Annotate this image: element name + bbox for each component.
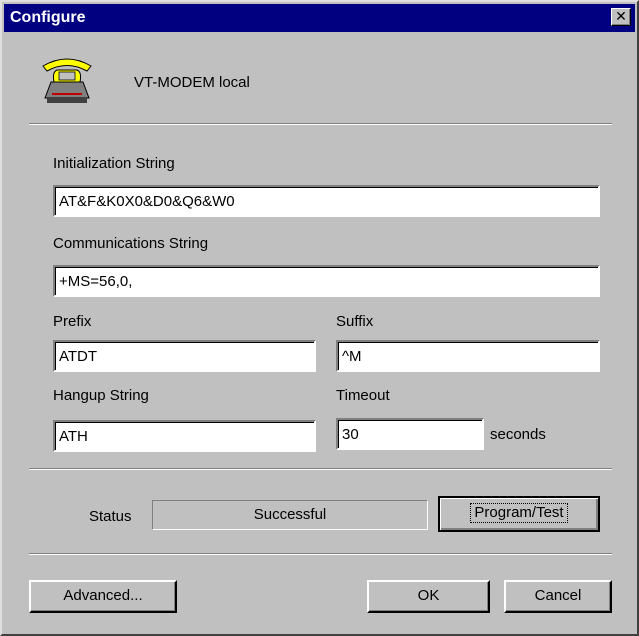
divider-middle	[29, 468, 612, 470]
timeout-label: Timeout	[336, 387, 390, 404]
init-string-field[interactable]: AT&F&K0X0&D0&Q6&W0	[53, 185, 600, 217]
close-icon: ✕	[615, 8, 627, 24]
prefix-label: Prefix	[53, 313, 92, 330]
configure-dialog: Configure ✕ VT-MODEM local Initializatio…	[0, 0, 639, 636]
ok-button[interactable]: OK	[367, 580, 490, 613]
advanced-button[interactable]: Advanced...	[29, 580, 177, 613]
telephone-icon	[37, 52, 97, 108]
device-name: VT-MODEM local	[134, 74, 250, 91]
status-label: Status	[89, 508, 132, 525]
init-string-label: Initialization String	[53, 155, 175, 172]
close-button[interactable]: ✕	[611, 8, 631, 26]
title-bar[interactable]: Configure ✕	[4, 4, 635, 32]
prefix-field[interactable]: ATDT	[53, 340, 316, 372]
program-test-button[interactable]: Program/Test	[438, 496, 600, 532]
cancel-button[interactable]: Cancel	[504, 580, 612, 613]
timeout-field[interactable]: 30	[336, 418, 484, 450]
program-test-label: Program/Test	[470, 503, 568, 523]
hangup-field[interactable]: ATH	[53, 420, 316, 452]
comm-string-label: Communications String	[53, 235, 209, 252]
suffix-field[interactable]: ^M	[336, 340, 600, 372]
divider-top	[29, 123, 612, 125]
suffix-label: Suffix	[336, 313, 374, 330]
timeout-unit: seconds	[490, 426, 546, 443]
window-title: Configure	[10, 9, 86, 26]
hangup-label: Hangup String	[53, 387, 149, 404]
divider-bottom	[29, 553, 612, 555]
status-value: Successful	[152, 500, 428, 530]
comm-string-field[interactable]: +MS=56,0,	[53, 265, 600, 297]
